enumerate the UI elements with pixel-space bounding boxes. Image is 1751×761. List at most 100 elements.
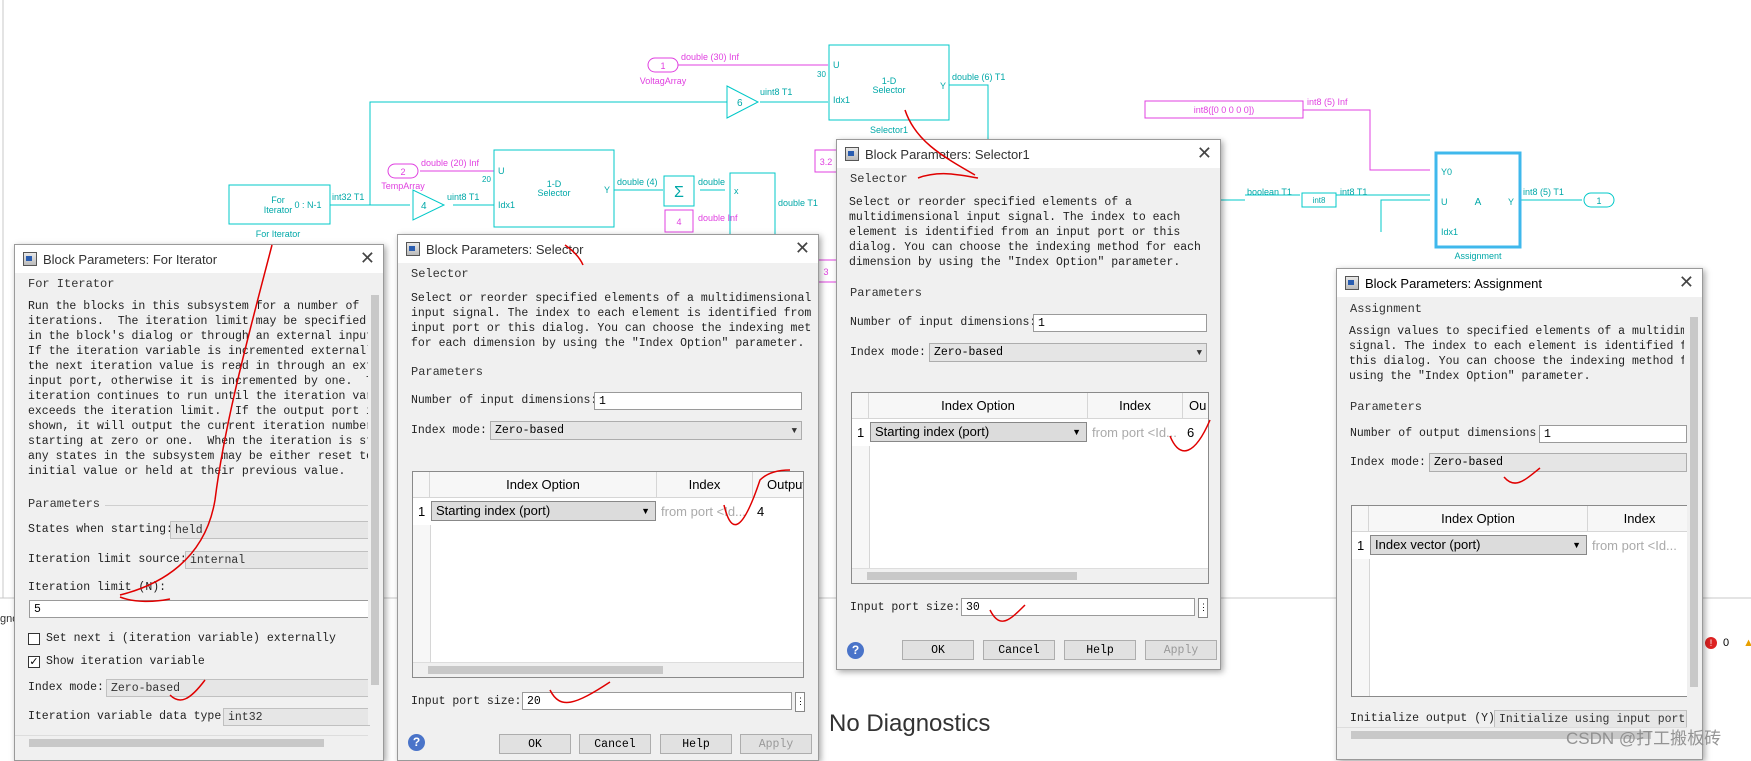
col-header-output-size: Ou (1183, 393, 1208, 419)
svg-text:uint8 T1: uint8 T1 (760, 87, 792, 97)
dialog-title-bar[interactable]: Block Parameters: Selector ✕ (398, 235, 818, 263)
svg-text:double (6) T1: double (6) T1 (952, 72, 1005, 82)
index-mode-select[interactable]: Zero-based ▼ (490, 421, 802, 440)
data-type-select[interactable]: int32 (223, 708, 370, 726)
svg-text:4: 4 (676, 217, 681, 227)
dialog-title: Block Parameters: Selector (426, 241, 584, 257)
svg-text:2: 2 (400, 167, 405, 177)
iteration-limit-input[interactable]: 5 (29, 600, 370, 618)
svg-text:1: 1 (660, 61, 665, 71)
svg-text:double (4): double (4) (617, 177, 658, 187)
index-mode-select[interactable]: Zero-based (106, 679, 370, 697)
show-var-checkbox[interactable]: ✓ (28, 656, 40, 668)
index-table[interactable]: Index Option Index Ou 1 Starting index (… (851, 392, 1209, 584)
svg-text:Y: Y (1508, 197, 1514, 207)
svg-text:int8 (5) T1: int8 (5) T1 (1523, 187, 1564, 197)
error-indicator[interactable]: ! 0 ▲ (1705, 637, 1751, 649)
dialog-title: Block Parameters: For Iterator (43, 251, 218, 267)
horizontal-scrollbar[interactable] (15, 735, 368, 750)
col-header-index: Index (1088, 393, 1183, 419)
table-scrollbar[interactable] (852, 568, 1208, 583)
svg-text:double (30) Inf: double (30) Inf (681, 52, 740, 62)
close-icon[interactable]: ✕ (1197, 143, 1212, 164)
output-size-cell[interactable]: 4 (757, 504, 764, 519)
help-button[interactable]: Help (660, 734, 732, 754)
watermark-text: CSDN @打工搬板砖 (1566, 729, 1722, 748)
index-mode-label: Index mode: (1350, 456, 1426, 469)
chevron-down-icon: ▼ (791, 426, 797, 436)
states-select[interactable]: held (170, 521, 370, 539)
block-params-icon (845, 147, 859, 161)
svg-text:int32 T1: int32 T1 (332, 192, 364, 202)
simulink-canvas[interactable]: For Iterator 0 : N-1 For Iterator int32 … (0, 0, 1751, 761)
close-icon[interactable]: ✕ (795, 238, 810, 259)
error-icon: ! (1705, 637, 1717, 649)
output-size-cell[interactable]: 6 (1187, 425, 1194, 440)
index-option-select[interactable]: Starting index (port) ▼ (431, 501, 656, 521)
init-output-label: Initialize output (Y): (1350, 712, 1502, 725)
num-dims-input[interactable]: 1 (1033, 314, 1207, 332)
index-table[interactable]: Index Option Index Output S 1 Starting i… (412, 471, 804, 678)
more-icon[interactable]: ⋮ (1198, 598, 1208, 618)
svg-text:Idx1: Idx1 (833, 95, 850, 105)
index-table[interactable]: Index Option Index 1 Index vector (port)… (1351, 505, 1693, 697)
num-dims-label: Number of input dimensions: (850, 316, 1037, 329)
parameters-label: Parameters (28, 497, 101, 511)
svg-text:double: double (698, 177, 725, 187)
cancel-button[interactable]: Cancel (983, 640, 1055, 660)
block-params-icon (23, 252, 37, 266)
index-mode-select[interactable]: Zero-based (1429, 453, 1687, 472)
index-cell[interactable]: from port <Id... (1092, 425, 1180, 440)
set-next-checkbox[interactable] (28, 633, 40, 645)
close-icon[interactable]: ✕ (1679, 272, 1694, 293)
svg-text:uint8 T1: uint8 T1 (447, 192, 479, 202)
limit-source-select[interactable]: internal (185, 551, 370, 569)
show-var-label: Show iteration variable (46, 655, 205, 668)
svg-text:20: 20 (482, 175, 491, 184)
svg-text:int8 (5) Inf: int8 (5) Inf (1307, 97, 1348, 107)
svg-text:Selector: Selector (872, 85, 905, 95)
num-dims-input[interactable]: 1 (594, 392, 802, 410)
close-icon[interactable]: ✕ (360, 248, 375, 269)
svg-text:Selector: Selector (537, 188, 570, 198)
index-mode-select[interactable]: Zero-based ▼ (929, 343, 1207, 362)
dialog-title-bar[interactable]: Block Parameters: Assignment ✕ (1337, 269, 1702, 297)
port-size-input[interactable]: 30 (961, 598, 1195, 616)
svg-text:int8: int8 (1313, 196, 1326, 205)
apply-button[interactable]: Apply (1145, 640, 1217, 660)
svg-text:Assignment: Assignment (1454, 251, 1502, 261)
row-number: 1 (1357, 538, 1365, 553)
dialog-title-bar[interactable]: Block Parameters: Selector1 ✕ (837, 140, 1220, 168)
col-header-output-size: Output S (753, 472, 803, 498)
vertical-scrollbar[interactable] (1687, 297, 1701, 727)
description-text: Assign values to specified elements of a… (1349, 325, 1684, 383)
index-cell[interactable]: from port <Id... (661, 504, 753, 519)
help-icon[interactable]: ? (847, 642, 864, 659)
cancel-button[interactable]: Cancel (579, 734, 651, 754)
more-icon[interactable]: ⋮ (795, 692, 805, 712)
help-button[interactable]: Help (1064, 640, 1136, 660)
col-header-index-option: Index Option (1369, 506, 1588, 532)
col-header-index: Index (1588, 506, 1692, 532)
limit-source-label: Iteration limit source: (28, 553, 187, 566)
help-icon[interactable]: ? (408, 734, 425, 751)
svg-text:int8 T1: int8 T1 (1340, 187, 1367, 197)
index-option-select[interactable]: Index vector (port) ▼ (1370, 535, 1587, 555)
chevron-down-icon: ▼ (1196, 348, 1202, 358)
table-scrollbar[interactable] (413, 662, 803, 677)
block-params-icon (1345, 276, 1359, 290)
col-header-index: Index (657, 472, 753, 498)
svg-text:30: 30 (817, 70, 826, 79)
apply-button[interactable]: Apply (740, 734, 812, 754)
dialog-title-bar[interactable]: Block Parameters: For Iterator ✕ (15, 245, 383, 273)
ok-button[interactable]: OK (499, 734, 571, 754)
index-option-select[interactable]: Starting index (port) ▼ (870, 422, 1087, 442)
ok-button[interactable]: OK (902, 640, 974, 660)
vertical-scrollbar[interactable] (368, 275, 382, 725)
data-type-label: Iteration variable data type: (28, 710, 229, 723)
svg-text:Idx1: Idx1 (1441, 227, 1458, 237)
index-cell[interactable]: from port <Id... (1592, 538, 1688, 553)
row-number: 1 (857, 425, 865, 440)
port-size-input[interactable]: 20 (522, 692, 792, 710)
num-dims-input[interactable]: 1 (1539, 425, 1687, 443)
